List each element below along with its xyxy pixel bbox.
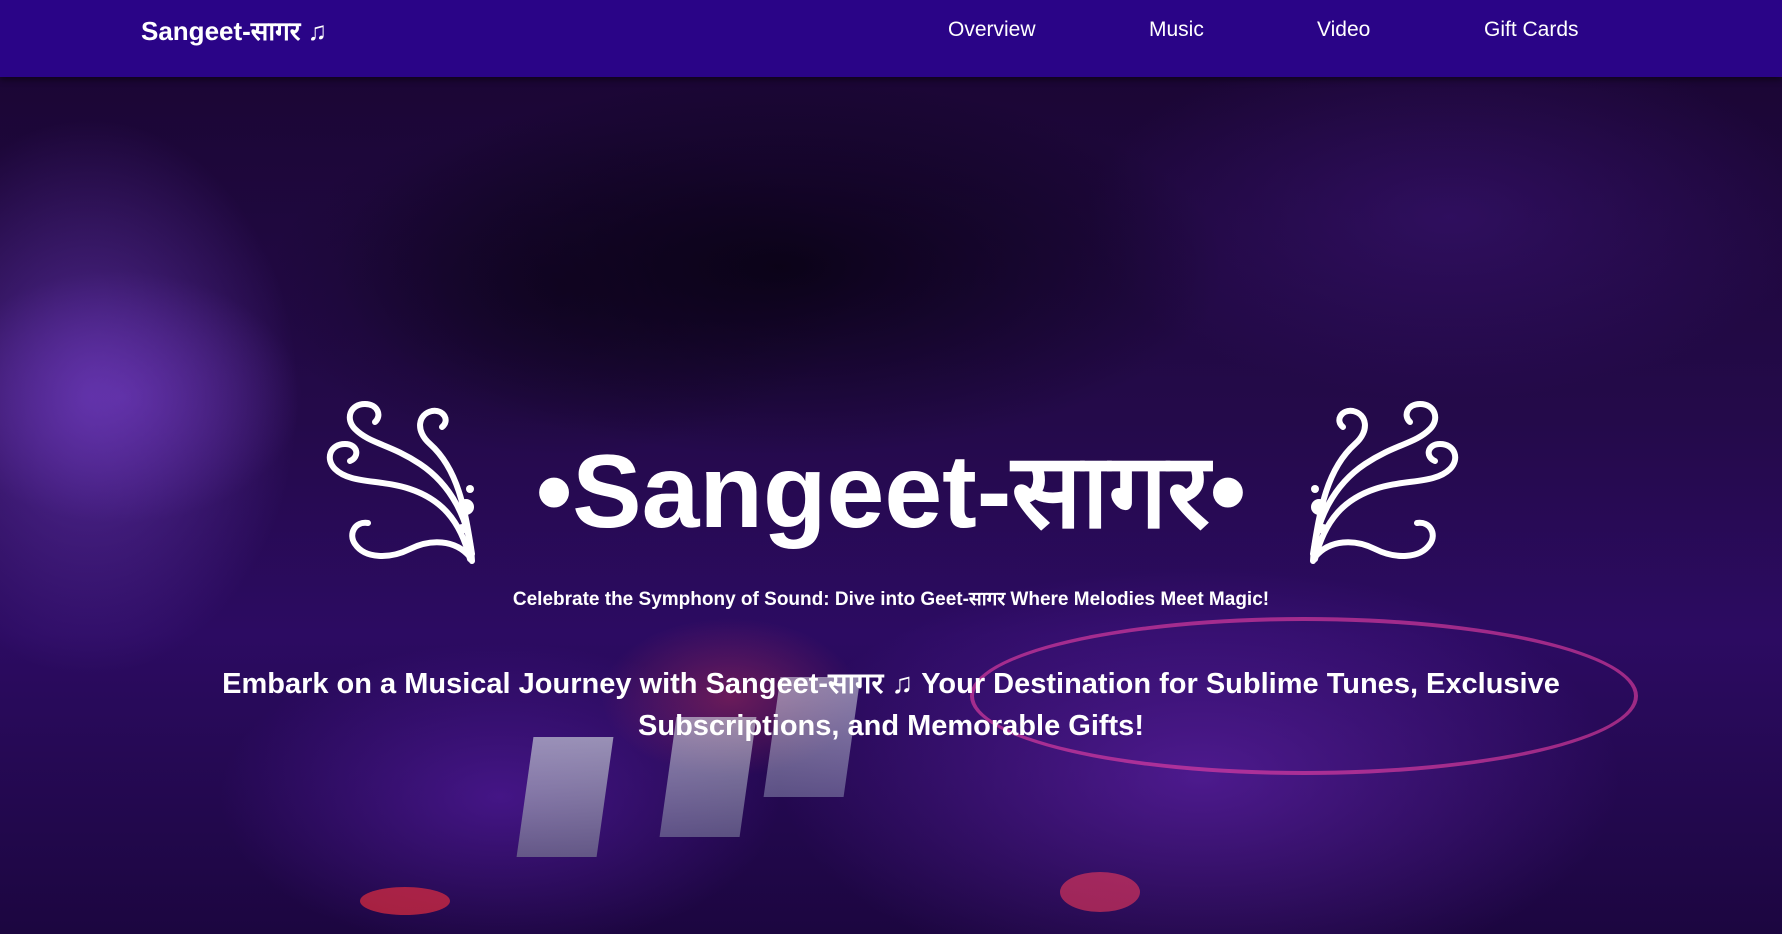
hero-title-row: •Sangeet-सागर• [0,362,1782,621]
flourish-right-icon [1310,400,1459,564]
hero-title: •Sangeet-सागर• [535,433,1247,550]
hero-intro: Embark on a Musical Journey with Sangeet… [222,668,1560,742]
top-navbar: Sangeet-सागर ♫ Overview Music Video Gift… [0,0,1782,77]
nav-links: Overview Music Video Gift Cards [0,0,1782,60]
hero-content: •Sangeet-सागर• Celebrate the Symphony of… [0,77,1782,934]
nav-link-video[interactable]: Video [1317,17,1370,43]
hero-section: •Sangeet-सागर• Celebrate the Symphony of… [0,77,1782,934]
nav-link-music[interactable]: Music [1149,17,1204,43]
hero-tagline: Celebrate the Symphony of Sound: Dive in… [512,589,1270,610]
nav-link-gift-cards[interactable]: Gift Cards [1484,17,1579,43]
nav-link-overview[interactable]: Overview [948,17,1036,43]
